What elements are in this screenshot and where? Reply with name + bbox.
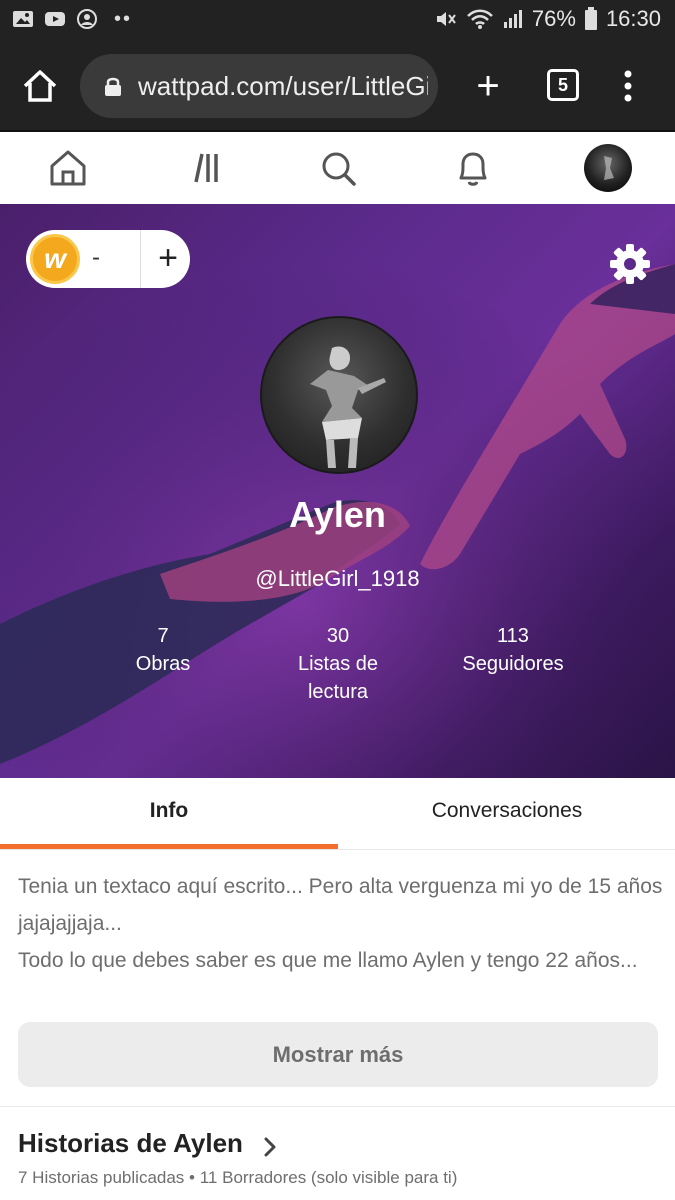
youtube-icon — [45, 12, 65, 26]
settings-gear-icon[interactable] — [608, 242, 652, 286]
search-icon[interactable] — [318, 148, 358, 188]
stat-followers[interactable]: 113 Seguidores — [423, 622, 603, 678]
wattpad-coin-icon: w — [30, 234, 80, 284]
coin-divider — [140, 230, 141, 288]
profile-display-name: Aylen — [289, 494, 386, 535]
buy-coins-button[interactable]: + — [150, 236, 186, 280]
coin-balance: - — [92, 244, 100, 271]
section-divider — [0, 1106, 675, 1107]
active-tab-indicator — [0, 844, 338, 849]
mute-icon — [436, 12, 456, 26]
battery-percent: 76% — [531, 6, 576, 31]
home-icon[interactable] — [20, 66, 60, 106]
bullet-separator: • — [189, 1168, 195, 1187]
battery-icon — [584, 7, 597, 30]
stat-reading-lists[interactable]: 30 Listas de lectura — [248, 622, 428, 706]
library-icon[interactable] — [186, 148, 226, 188]
new-tab-button[interactable]: + — [470, 66, 506, 106]
tab-switcher-button[interactable]: 5 — [547, 69, 579, 101]
lock-icon — [105, 77, 121, 96]
tab-info[interactable]: Info — [0, 778, 338, 850]
profile-tabs: Info Conversaciones — [0, 778, 675, 850]
more-notifications-icon: •• — [114, 8, 133, 30]
stat-works-value: 7 — [157, 625, 169, 647]
notifications-bell-icon[interactable] — [453, 148, 493, 188]
description-line-2: Todo lo que debes saber es que me llamo … — [18, 949, 638, 972]
home-nav-icon[interactable] — [48, 148, 88, 188]
address-bar[interactable]: wattpad.com/user/LittleGirl_1918 — [80, 54, 438, 118]
coin-balance-widget: w - + — [26, 230, 190, 288]
stat-reading-lists-label: Listas de lectura — [297, 653, 379, 703]
profile-description: Tenia un textaco aquí escrito... Pero al… — [18, 868, 663, 979]
stat-works-label: Obras — [135, 653, 191, 675]
stat-followers-label: Seguidores — [462, 653, 564, 675]
overflow-menu-icon[interactable] — [616, 66, 640, 106]
profile-header: w - + Aylen @LittleGirl_1918 7 Obras 30 … — [0, 204, 675, 778]
avatar-figure — [262, 318, 416, 472]
browser-toolbar: wattpad.com/user/LittleGirl_1918 + 5 — [0, 42, 675, 132]
system-indicators: 76% 16:30 — [434, 6, 661, 32]
gallery-icon — [13, 11, 33, 27]
signal-icon — [503, 10, 522, 28]
chevron-right-icon[interactable] — [260, 1135, 280, 1159]
stories-summary: 7 Historias publicadas • 11 Borradores (… — [18, 1168, 457, 1188]
user-avatar-nav[interactable] — [584, 144, 632, 192]
profile-avatar[interactable] — [260, 316, 418, 474]
stat-followers-value: 113 — [497, 625, 529, 647]
stories-section-title[interactable]: Historias de Aylen — [18, 1128, 243, 1159]
stat-works[interactable]: 7 Obras — [73, 622, 253, 678]
description-line-1: Tenia un textaco aquí escrito... Pero al… — [18, 875, 663, 935]
avatar-figure-small — [604, 156, 614, 180]
notification-icons: •• — [12, 8, 132, 30]
profile-username: @LittleGirl_1918 — [255, 566, 420, 591]
show-more-button[interactable]: Mostrar más — [18, 1022, 658, 1087]
tab-conversations[interactable]: Conversaciones — [338, 778, 675, 850]
app-navigation — [0, 134, 675, 204]
clock: 16:30 — [605, 6, 661, 31]
stat-reading-lists-value: 30 — [326, 625, 350, 647]
app-root: •• 76% 16:30 wattpad.com/user/LittleGirl… — [0, 0, 675, 1200]
drafts-count: 11 Borradores (solo visible para ti) — [199, 1168, 458, 1187]
account-icon — [77, 9, 97, 29]
published-count: 7 Historias publicadas — [18, 1168, 185, 1187]
wifi-icon — [467, 9, 493, 29]
url-text: wattpad.com/user/LittleGirl_1918 — [138, 71, 428, 101]
status-bar: •• 76% 16:30 — [0, 0, 675, 42]
